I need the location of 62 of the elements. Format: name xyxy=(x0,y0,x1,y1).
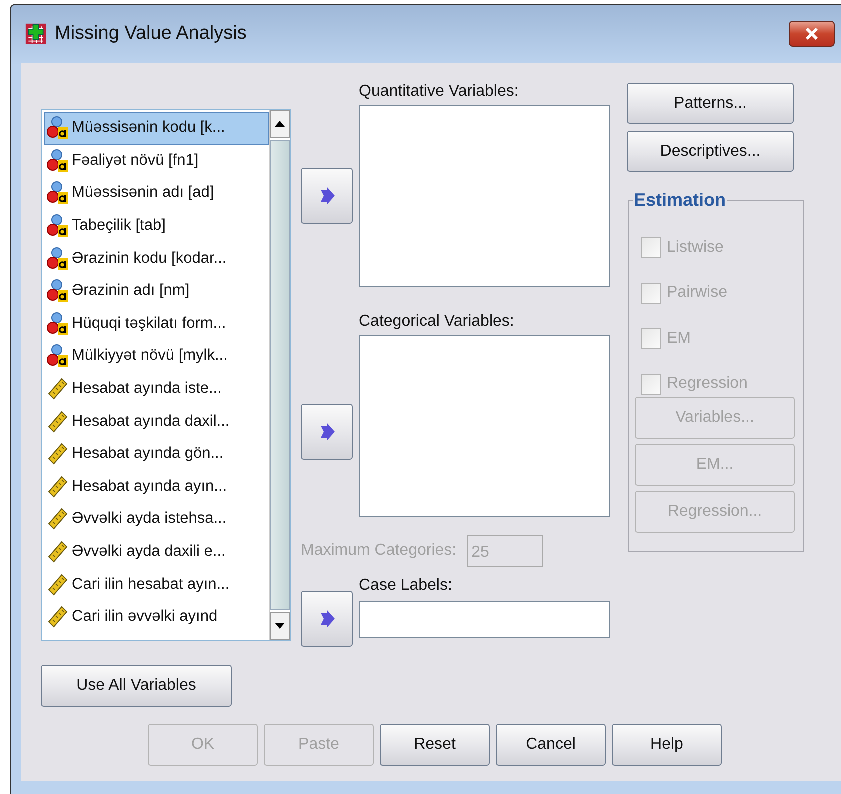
list-item[interactable]: Cari ilin əvvəlki ayınd xyxy=(44,600,269,634)
nominal-variable-icon xyxy=(47,312,69,336)
checkbox-label: EM xyxy=(667,330,691,348)
checkbox-label: Regression xyxy=(667,375,748,394)
checkbox-label: Listwise xyxy=(667,238,724,257)
list-item[interactable]: Hesabat ayında ayın... xyxy=(44,470,269,504)
ruler-icon xyxy=(47,410,69,434)
list-item[interactable]: Əvvəlki ayda istehsa... xyxy=(44,503,269,536)
group-title: Estimation xyxy=(633,190,728,211)
list-item[interactable]: Hesabat ayında iste... xyxy=(44,372,269,406)
right-arrow-icon xyxy=(318,187,336,205)
list-item[interactable]: Müəssisənin adı [ad] xyxy=(44,177,269,210)
close-button[interactable] xyxy=(789,21,835,47)
field-label: Maximum Categories: xyxy=(301,542,457,560)
side-button[interactable]: Patterns... xyxy=(627,83,794,124)
right-arrow-icon xyxy=(318,610,336,628)
scrollbar[interactable] xyxy=(269,110,290,640)
ruler-icon xyxy=(47,474,69,499)
right-arrow-icon xyxy=(318,423,336,441)
ruler-icon xyxy=(47,540,69,564)
close-icon xyxy=(805,28,819,40)
checkbox-label: Pairwise xyxy=(667,284,728,302)
list-item[interactable]: Ərazinin kodu [kodar... xyxy=(44,242,269,275)
nominal-variable-icon xyxy=(47,214,69,238)
nominal-variable-icon xyxy=(47,148,69,173)
list-item[interactable]: Hüquqi təşkilatı form... xyxy=(44,308,269,340)
nominal-variable-icon xyxy=(47,181,69,206)
ruler-icon xyxy=(47,605,69,630)
list-item[interactable]: Cari ilin hesabat ayın... xyxy=(44,568,269,601)
move-arrow-button[interactable] xyxy=(301,168,353,224)
list-item[interactable]: Fəaliyət növü [fn1] xyxy=(44,144,269,178)
nominal-variable-icon xyxy=(47,344,69,368)
move-arrow-button[interactable] xyxy=(301,591,353,647)
dialog-button[interactable]: Help xyxy=(612,724,722,766)
up-arrow-icon xyxy=(274,120,286,128)
ruler-icon xyxy=(47,377,69,402)
ruler-icon xyxy=(47,572,69,597)
field-label: Quantitative Variables: xyxy=(359,83,520,101)
list-item[interactable]: Hesabat ayında daxil... xyxy=(44,405,269,438)
list-item[interactable]: Müəssisənin kodu [k... xyxy=(44,112,269,145)
nominal-variable-icon xyxy=(47,246,69,271)
list-item[interactable]: Tabeçilik [tab] xyxy=(44,210,269,242)
window-title: Missing Value Analysis xyxy=(55,23,247,45)
field-label: Categorical Variables: xyxy=(359,313,516,331)
nominal-variable-icon xyxy=(47,279,69,304)
move-arrow-button[interactable] xyxy=(301,404,353,460)
case-labels-field[interactable] xyxy=(359,601,610,638)
list-item[interactable]: Əvvəlki ayda daxili e... xyxy=(44,536,269,568)
variable-list[interactable] xyxy=(41,109,291,641)
grid-plus-icon xyxy=(25,23,47,45)
side-button[interactable]: Descriptives... xyxy=(627,131,794,172)
dialog-button[interactable]: Cancel xyxy=(496,724,606,766)
field-label: Case Labels: xyxy=(359,577,454,595)
nominal-variable-icon xyxy=(47,116,69,140)
list-item[interactable]: Mülkiyyət növü [mylk... xyxy=(44,340,269,373)
list-item[interactable]: Ərazinin adı [nm] xyxy=(44,274,269,308)
use-all-variables-button[interactable]: Use All Variables xyxy=(41,665,232,707)
list-item[interactable]: Hesabat ayında gön... xyxy=(44,438,269,471)
ruler-icon xyxy=(47,442,69,466)
down-arrow-icon xyxy=(274,622,286,630)
ruler-icon xyxy=(47,507,69,532)
dialog-button[interactable]: Reset xyxy=(380,724,490,766)
